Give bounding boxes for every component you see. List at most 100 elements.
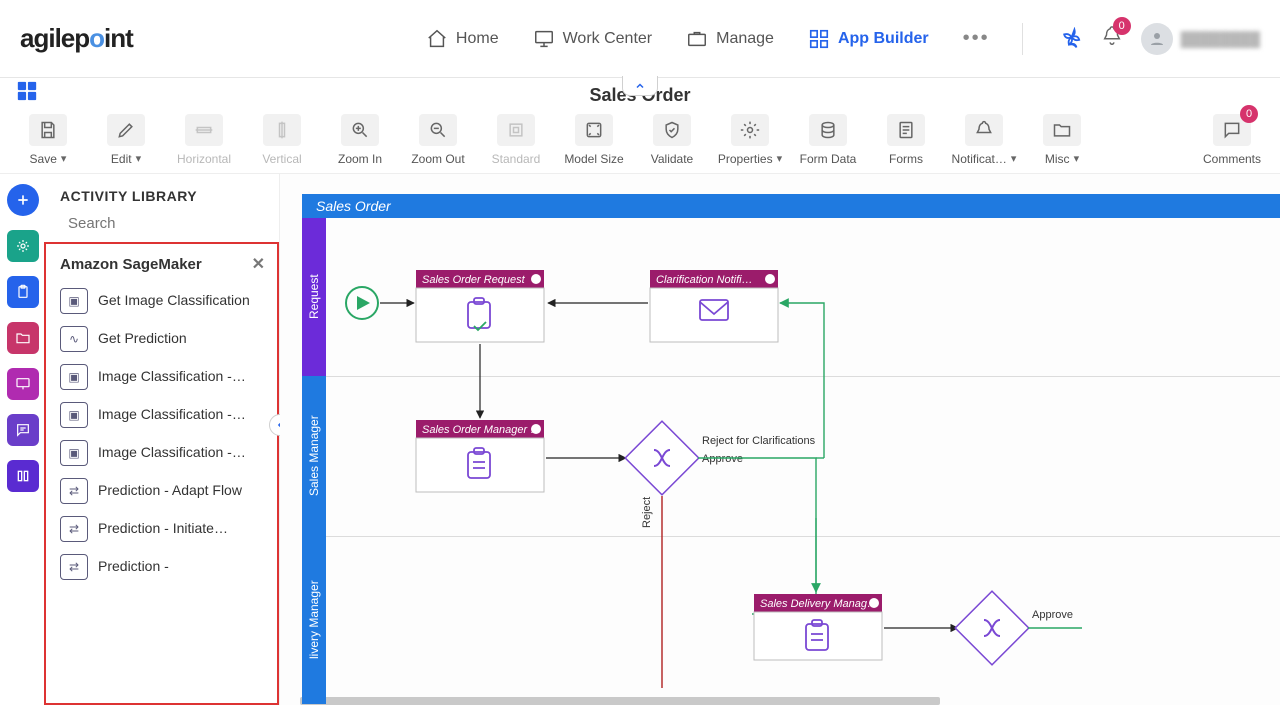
activity-item[interactable]: ▣ Image Classification -… bbox=[50, 434, 275, 472]
activity-icon: ⇄ bbox=[60, 478, 88, 504]
standard-icon bbox=[506, 120, 526, 140]
rail-ai-icon[interactable] bbox=[7, 230, 39, 262]
nav-work-center[interactable]: Work Center bbox=[523, 22, 663, 56]
gateway-1[interactable] bbox=[625, 421, 699, 495]
flow-svg: Sales Order Request Clarification Notifi… bbox=[302, 218, 1280, 705]
chevron-down-icon: ▾ bbox=[1011, 152, 1017, 165]
standard-button[interactable]: Standard bbox=[480, 109, 552, 171]
gear-icon bbox=[740, 120, 760, 140]
zoom-in-label: Zoom In bbox=[338, 152, 382, 166]
activity-item-label: Image Classification -… bbox=[98, 406, 246, 424]
node-sales-delivery-manager[interactable]: Sales Delivery Manag… bbox=[754, 594, 882, 660]
activity-category-box: Amazon SageMaker ✕ ▣Get Image Classifica… bbox=[44, 242, 279, 705]
nav-manage[interactable]: Manage bbox=[676, 22, 784, 56]
activity-item[interactable]: ⇄Prediction - Adapt Flow bbox=[50, 472, 275, 510]
activity-item[interactable]: ▣Get Image Classification bbox=[50, 282, 275, 320]
chevron-down-icon: ▾ bbox=[777, 152, 783, 165]
side-rail bbox=[0, 174, 46, 705]
swimlane-delivery-manager[interactable]: livery Manager bbox=[302, 536, 326, 704]
activity-icon: ▣ bbox=[60, 402, 88, 428]
node-sales-order-manager[interactable]: Sales Order Manager … bbox=[416, 420, 544, 492]
flow-edge-green bbox=[698, 458, 816, 614]
activity-search-input[interactable] bbox=[68, 215, 267, 232]
copilot-icon[interactable] bbox=[1059, 27, 1083, 51]
comments-badge: 0 bbox=[1240, 105, 1258, 123]
activity-item[interactable]: ⇄Prediction - bbox=[50, 548, 275, 586]
app-grid-icon[interactable] bbox=[16, 80, 38, 107]
logo: agilepoint bbox=[20, 23, 133, 54]
edit-button[interactable]: Edit▾ bbox=[90, 109, 162, 171]
form-data-button[interactable]: Form Data bbox=[792, 109, 864, 171]
svg-text:Clarification Notifi…: Clarification Notifi… bbox=[656, 274, 753, 286]
start-node[interactable] bbox=[346, 287, 378, 319]
nav-home[interactable]: Home bbox=[416, 22, 509, 56]
user-menu[interactable]: ████████ bbox=[1141, 23, 1260, 55]
database-icon bbox=[818, 120, 838, 140]
notifications-button[interactable]: 0 bbox=[1101, 25, 1123, 52]
svg-text:Sales Order Manager …: Sales Order Manager … bbox=[422, 424, 541, 436]
properties-label: Properties bbox=[718, 152, 773, 166]
rail-folder-icon[interactable] bbox=[7, 322, 39, 354]
swimlane-request[interactable]: Request bbox=[302, 218, 326, 376]
user-name: ████████ bbox=[1181, 31, 1260, 47]
misc-button[interactable]: Misc ▾ bbox=[1026, 109, 1098, 171]
zoom-out-button[interactable]: Zoom Out bbox=[402, 109, 474, 171]
nav-more[interactable]: ••• bbox=[953, 21, 1000, 56]
pencil-icon bbox=[116, 120, 136, 140]
activity-item[interactable]: ▣ Image Classification -… bbox=[50, 396, 275, 434]
activity-icon: ▣ bbox=[60, 364, 88, 390]
activity-icon: ▣ bbox=[60, 440, 88, 466]
validate-label: Validate bbox=[651, 152, 693, 166]
zoom-out-icon bbox=[428, 120, 448, 140]
save-button[interactable]: Save▾ bbox=[12, 109, 84, 171]
save-icon bbox=[38, 120, 58, 140]
rail-columns-icon[interactable] bbox=[7, 460, 39, 492]
chevron-down-icon: ▾ bbox=[1074, 152, 1080, 165]
activity-item-label: Prediction - bbox=[98, 558, 169, 576]
activity-item[interactable]: ▣Image Classification -… bbox=[50, 358, 275, 396]
horizontal-button[interactable]: Horizontal bbox=[168, 109, 240, 171]
rail-monitor-icon[interactable] bbox=[7, 368, 39, 400]
forms-button[interactable]: Forms bbox=[870, 109, 942, 171]
shield-check-icon bbox=[662, 120, 682, 140]
model-size-button[interactable]: Model Size bbox=[558, 109, 630, 171]
vertical-label: Vertical bbox=[262, 152, 301, 166]
validate-button[interactable]: Validate bbox=[636, 109, 708, 171]
zoom-out-label: Zoom Out bbox=[411, 152, 464, 166]
activity-item[interactable]: ⇄Prediction - Initiate… bbox=[50, 510, 275, 548]
comments-button[interactable]: 0 Comments bbox=[1196, 109, 1268, 171]
notification-badge: 0 bbox=[1113, 17, 1131, 35]
process-canvas[interactable]: Sales Order Request Sales Manager livery… bbox=[280, 174, 1280, 705]
nav-app-builder[interactable]: App Builder bbox=[798, 22, 939, 56]
add-button[interactable] bbox=[7, 184, 39, 216]
svg-text:Sales Order Request: Sales Order Request bbox=[422, 274, 526, 286]
node-clarification-notif[interactable]: Clarification Notifi… bbox=[650, 270, 778, 342]
zoom-in-button[interactable]: Zoom In bbox=[324, 109, 396, 171]
form-data-label: Form Data bbox=[800, 152, 857, 166]
edge-label: Reject bbox=[641, 497, 653, 528]
notification-button[interactable]: Notificat…▾ bbox=[948, 109, 1020, 171]
gateway-2[interactable] bbox=[955, 591, 1029, 665]
swimlane-sales-manager[interactable]: Sales Manager bbox=[302, 376, 326, 536]
comment-icon bbox=[1222, 120, 1242, 140]
rail-clipboard-icon[interactable] bbox=[7, 276, 39, 308]
save-label: Save bbox=[30, 152, 57, 166]
misc-label: Misc bbox=[1045, 152, 1070, 166]
node-sales-order-request[interactable]: Sales Order Request bbox=[416, 270, 544, 342]
rail-chat-icon[interactable] bbox=[7, 414, 39, 446]
nav-manage-label: Manage bbox=[716, 30, 774, 48]
activity-item-label: Image Classification -… bbox=[98, 444, 246, 462]
toolbar: Save▾ Edit▾ Horizontal Vertical Zoom In … bbox=[0, 106, 1280, 174]
forms-label: Forms bbox=[889, 152, 923, 166]
vertical-button[interactable]: Vertical bbox=[246, 109, 318, 171]
briefcase-icon bbox=[686, 28, 708, 50]
edit-label: Edit bbox=[111, 152, 132, 166]
activity-library-title: ACTIVITY LIBRARY bbox=[46, 174, 279, 214]
activity-item[interactable]: ∿Get Prediction bbox=[50, 320, 275, 358]
close-icon[interactable]: ✕ bbox=[252, 254, 265, 274]
activity-icon: ∿ bbox=[60, 326, 88, 352]
comments-label: Comments bbox=[1203, 152, 1261, 166]
collapse-header-button[interactable] bbox=[622, 76, 658, 96]
properties-button[interactable]: Properties ▾ bbox=[714, 109, 786, 171]
activity-icon: ⇄ bbox=[60, 516, 88, 542]
